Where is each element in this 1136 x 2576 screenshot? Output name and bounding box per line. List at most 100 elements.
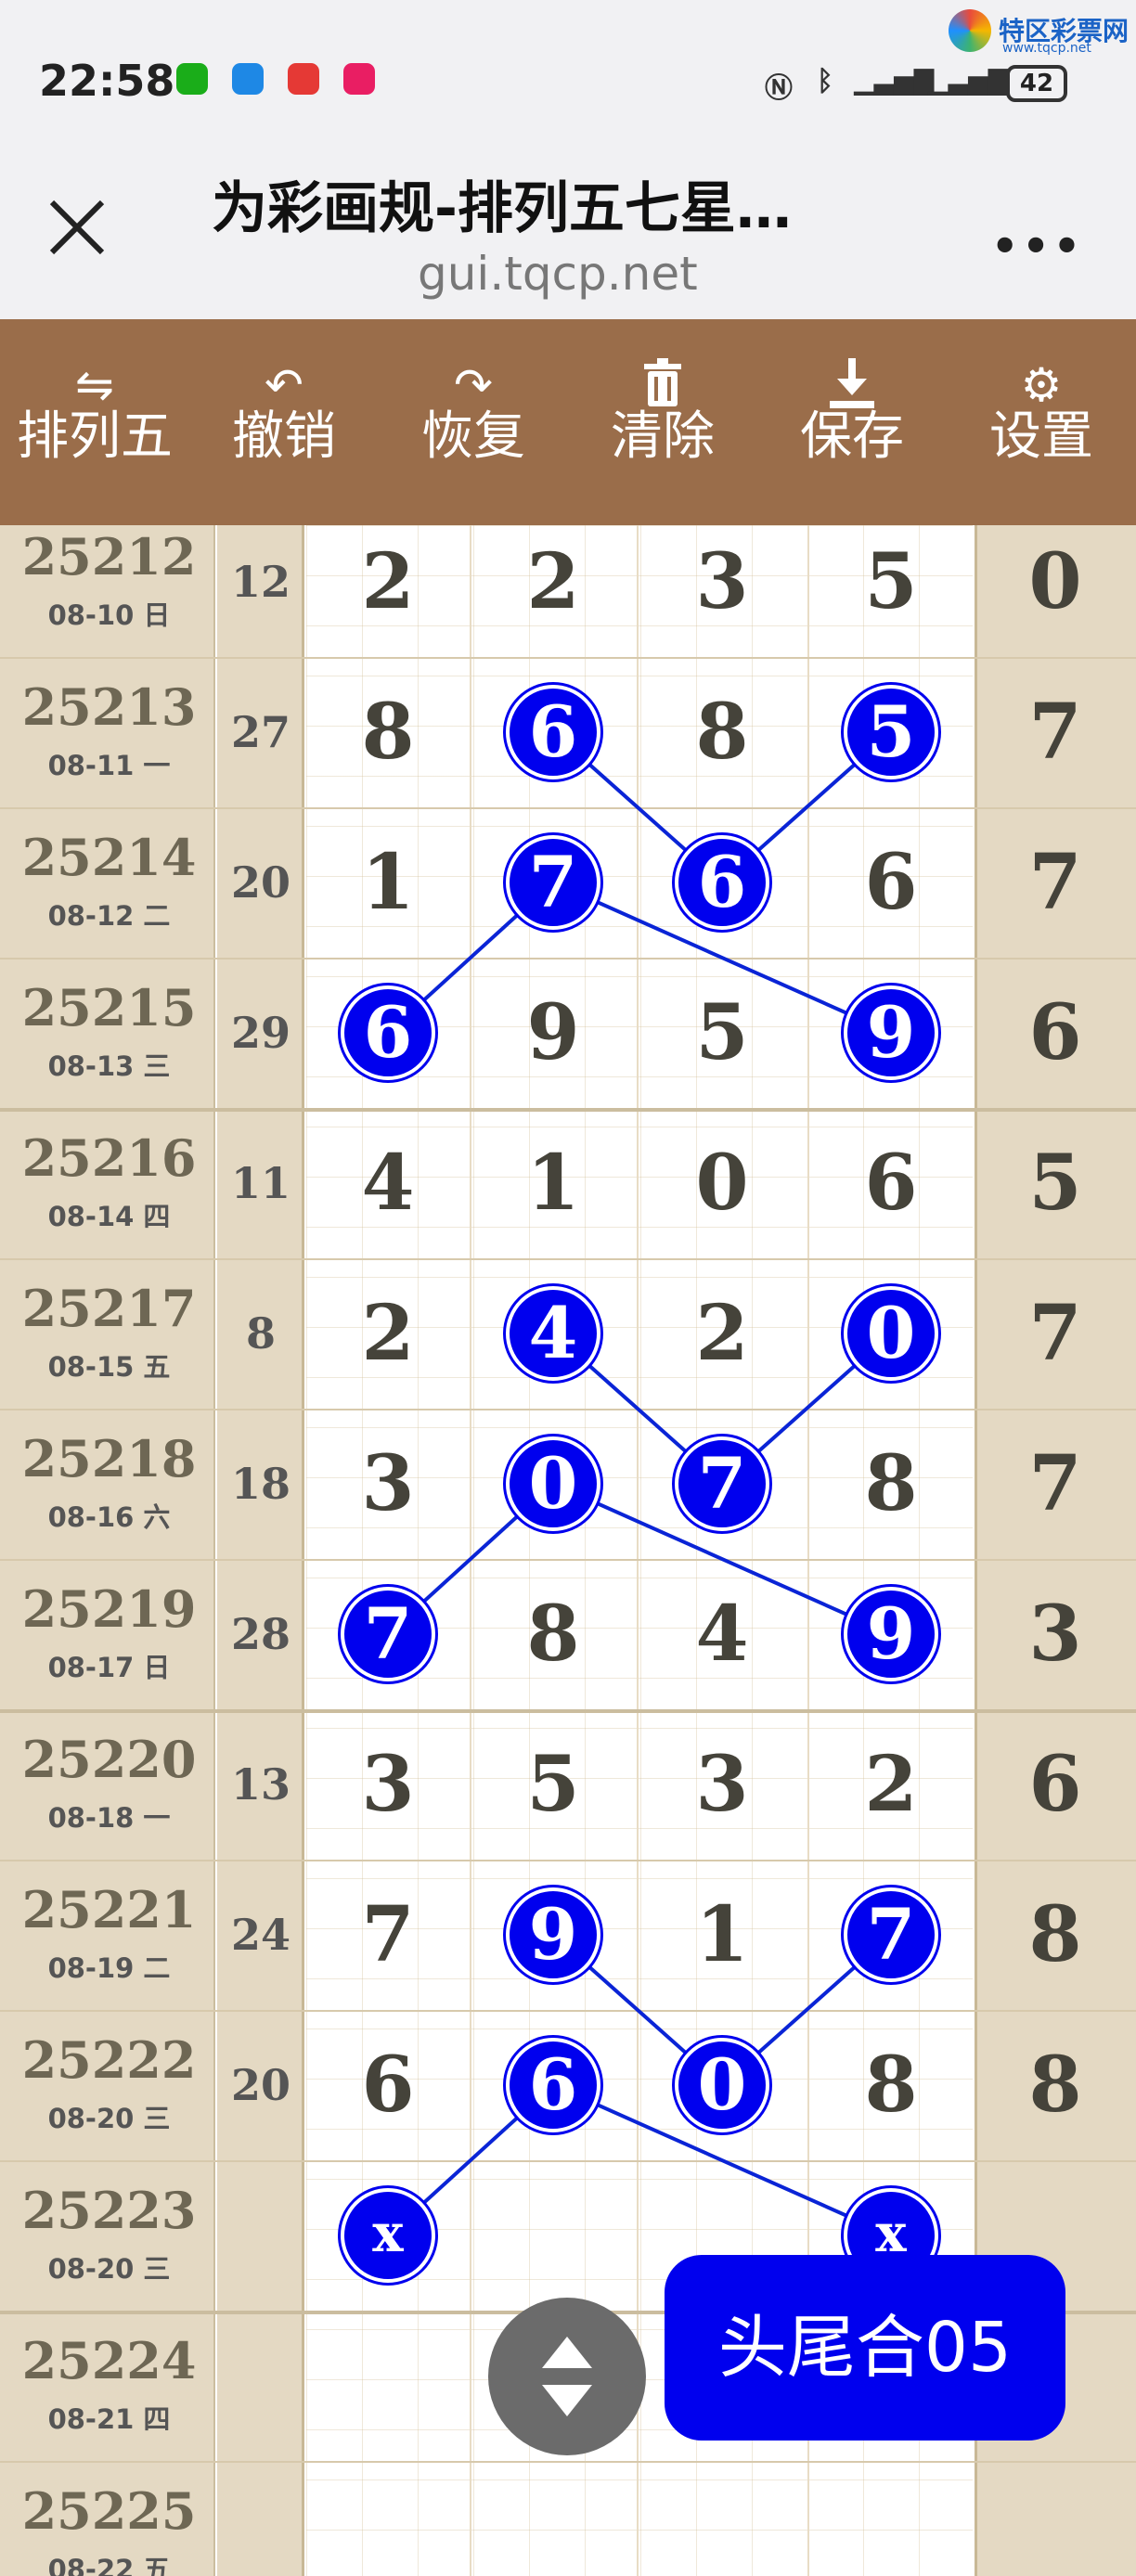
fifth-digit: 6 bbox=[1028, 988, 1082, 1077]
nfc-icon: Ⓝ bbox=[765, 72, 793, 105]
status-time: 22:58 bbox=[39, 56, 175, 106]
close-icon[interactable] bbox=[45, 195, 110, 260]
digit-sum: 20 bbox=[230, 857, 290, 908]
highlighted-digit[interactable]: 6 bbox=[341, 985, 435, 1080]
draw-digit[interactable]: 6 bbox=[840, 1137, 942, 1230]
chat-app-icon bbox=[232, 63, 264, 95]
period-number: 25224 bbox=[21, 2331, 197, 2390]
draw-digit[interactable]: 8 bbox=[337, 686, 439, 779]
download-icon bbox=[757, 319, 947, 408]
fifth-digit: 8 bbox=[1028, 2041, 1082, 2130]
draw-digit[interactable]: 4 bbox=[337, 1137, 439, 1230]
draw-date: 08-12 二 bbox=[47, 900, 171, 932]
draw-digit[interactable]: 5 bbox=[840, 535, 942, 628]
toolbar-game-switch[interactable]: ⇋ 排列五 bbox=[0, 319, 189, 525]
highlighted-digit[interactable]: 9 bbox=[506, 1887, 600, 1982]
row-divider bbox=[0, 1258, 1136, 1260]
highlighted-digit[interactable]: 0 bbox=[844, 1286, 938, 1381]
draw-digit[interactable]: 0 bbox=[671, 1137, 773, 1230]
watermark-url: www.tqcp.net bbox=[1002, 41, 1091, 56]
head-tail-sum-badge[interactable]: 头尾合05 bbox=[665, 2255, 1065, 2441]
draw-date: 08-20 三 bbox=[47, 2253, 171, 2285]
wechat-icon bbox=[176, 63, 208, 95]
draw-digit[interactable]: 2 bbox=[840, 1738, 942, 1831]
draw-date: 08-20 三 bbox=[47, 2103, 171, 2134]
highlighted-digit[interactable]: x bbox=[341, 2188, 435, 2283]
draw-digit[interactable]: 8 bbox=[671, 686, 773, 779]
highlighted-digit[interactable]: 0 bbox=[675, 2038, 769, 2132]
draw-date: 08-14 四 bbox=[47, 1201, 171, 1232]
highlighted-digit[interactable]: 6 bbox=[506, 2038, 600, 2132]
highlighted-digit[interactable]: 4 bbox=[506, 1286, 600, 1381]
signal-icon-2: ▁▃▅▇ bbox=[928, 65, 1009, 96]
toolbar: ⇋ 排列五 ↶ 撤销 ↷ 恢复 清除 保存 ⚙ 设置 bbox=[0, 319, 1136, 525]
period-number: 25214 bbox=[21, 828, 197, 887]
draw-digit[interactable]: 8 bbox=[502, 1588, 604, 1681]
fifth-digit: 7 bbox=[1028, 688, 1082, 777]
draw-digit[interactable]: 3 bbox=[671, 1738, 773, 1831]
highlighted-digit[interactable]: 6 bbox=[506, 685, 600, 779]
more-options-icon[interactable]: ••• bbox=[991, 221, 1084, 271]
row-divider bbox=[0, 958, 1136, 960]
row-divider bbox=[0, 2160, 1136, 2162]
draw-date: 08-22 五 bbox=[47, 2554, 171, 2576]
toolbar-undo[interactable]: ↶ 撤销 bbox=[189, 319, 379, 525]
digit-sum: 24 bbox=[230, 1910, 290, 1960]
highlighted-digit[interactable]: 7 bbox=[506, 835, 600, 930]
draw-digit[interactable]: 3 bbox=[671, 535, 773, 628]
draw-digit[interactable]: 3 bbox=[337, 1437, 439, 1530]
draw-digit[interactable]: 1 bbox=[502, 1137, 604, 1230]
fifth-digit: 5 bbox=[1028, 1139, 1082, 1228]
digit-sum: 11 bbox=[230, 1158, 290, 1208]
fifth-digit: 0 bbox=[1028, 537, 1082, 626]
fifth-digit: 7 bbox=[1028, 838, 1082, 927]
draw-date: 08-10 日 bbox=[47, 599, 171, 631]
swap-arrows-icon: ⇋ bbox=[75, 358, 114, 412]
grid-column-divider bbox=[470, 525, 471, 2576]
draw-digit[interactable]: 3 bbox=[337, 1738, 439, 1831]
digit-sum: 13 bbox=[230, 1759, 290, 1810]
toolbar-save[interactable]: 保存 bbox=[757, 319, 947, 525]
draw-date: 08-11 一 bbox=[47, 750, 171, 781]
period-number: 25219 bbox=[21, 1579, 197, 1639]
draw-digit[interactable]: 7 bbox=[337, 1888, 439, 1981]
toolbar-clear[interactable]: 清除 bbox=[568, 319, 757, 525]
fifth-digit: 7 bbox=[1028, 1289, 1082, 1378]
highlighted-digit[interactable]: 9 bbox=[844, 985, 938, 1080]
draw-digit[interactable]: 5 bbox=[671, 986, 773, 1079]
row-divider bbox=[0, 2461, 1136, 2463]
draw-digit[interactable]: 6 bbox=[337, 2039, 439, 2132]
draw-digit[interactable]: 8 bbox=[840, 1437, 942, 1530]
draw-digit[interactable]: 1 bbox=[337, 836, 439, 929]
draw-digit[interactable]: 2 bbox=[337, 1287, 439, 1380]
draw-digit[interactable]: 2 bbox=[337, 535, 439, 628]
row-divider bbox=[0, 1860, 1136, 1861]
highlighted-digit[interactable]: 9 bbox=[844, 1587, 938, 1681]
row-divider bbox=[0, 1409, 1136, 1410]
toolbar-label: 排列五 bbox=[17, 406, 173, 467]
highlighted-digit[interactable]: 0 bbox=[506, 1436, 600, 1531]
toolbar-redo[interactable]: ↷ 恢复 bbox=[379, 319, 568, 525]
draw-digit[interactable]: 9 bbox=[502, 986, 604, 1079]
draw-digit[interactable]: 1 bbox=[671, 1888, 773, 1981]
draw-digit[interactable]: 2 bbox=[502, 535, 604, 628]
draw-digit[interactable]: 6 bbox=[840, 836, 942, 929]
scroll-toggle-button[interactable] bbox=[488, 2298, 646, 2455]
highlighted-digit[interactable]: 7 bbox=[675, 1436, 769, 1531]
row-divider bbox=[0, 1108, 1136, 1112]
draw-digit[interactable]: 2 bbox=[671, 1287, 773, 1380]
draw-date: 08-16 六 bbox=[47, 1501, 171, 1533]
highlighted-digit[interactable]: 5 bbox=[844, 685, 938, 779]
draw-digit[interactable]: 4 bbox=[671, 1588, 773, 1681]
toolbar-settings[interactable]: ⚙ 设置 bbox=[947, 319, 1136, 525]
video-app-icon bbox=[288, 63, 319, 95]
draw-digit[interactable]: 5 bbox=[502, 1738, 604, 1831]
period-number: 25222 bbox=[21, 2030, 197, 2090]
row-divider bbox=[0, 2010, 1136, 2012]
highlighted-digit[interactable]: 7 bbox=[844, 1887, 938, 1982]
draw-digit[interactable]: 8 bbox=[840, 2039, 942, 2132]
draw-date: 08-21 四 bbox=[47, 2403, 171, 2435]
highlighted-digit[interactable]: 7 bbox=[341, 1587, 435, 1681]
highlighted-digit[interactable]: 6 bbox=[675, 835, 769, 930]
page-title: 为彩画规-排列五七星… bbox=[212, 176, 792, 241]
